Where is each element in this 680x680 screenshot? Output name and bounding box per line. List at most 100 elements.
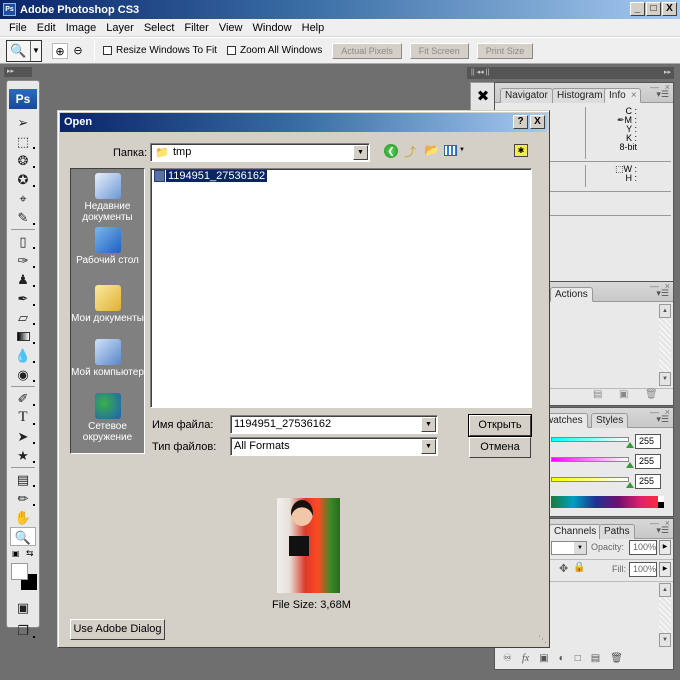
eyedropper-tool-icon[interactable]: ✏ <box>7 489 39 508</box>
fill-value[interactable]: 100% <box>629 562 657 577</box>
menu-help[interactable]: Help <box>297 22 330 34</box>
opacity-value[interactable]: 100% <box>629 540 657 555</box>
zoom-in-icon[interactable]: ⊕ <box>52 42 68 59</box>
lock-all-icon[interactable]: 🔒 <box>573 562 585 573</box>
back-icon[interactable]: ❮ <box>384 144 398 158</box>
filename-input[interactable]: 1194951_27536162 ▼ <box>230 415 438 434</box>
look-in-select[interactable]: 📁 tmp ▼ <box>150 143 370 162</box>
type-tool-icon[interactable]: T <box>7 408 39 427</box>
panel-menu-icon[interactable]: ▾☰ <box>656 89 669 100</box>
new-action-icon[interactable]: ▣ <box>619 389 628 400</box>
yellow-slider[interactable] <box>551 477 629 482</box>
minimize-button[interactable]: _ <box>630 2 645 16</box>
tab-paths[interactable]: Paths <box>599 524 635 539</box>
checkbox-box[interactable] <box>103 46 112 55</box>
magenta-value[interactable]: 255 <box>635 454 661 469</box>
file-list[interactable]: 1194951_27536162 <box>150 168 532 408</box>
cancel-button[interactable]: Отмена <box>469 437 531 458</box>
checkbox-box[interactable] <box>226 46 236 55</box>
path-selection-tool-icon[interactable]: ➤ <box>7 427 39 446</box>
marquee-tool-icon[interactable]: ⬚ <box>7 132 39 151</box>
zoom-tool-icon[interactable]: 🔍 <box>10 527 36 546</box>
tools-dock-button[interactable]: ✖ <box>470 82 496 112</box>
new-layer-icon[interactable]: ▤ <box>591 653 600 664</box>
dialog-close-button[interactable]: X <box>530 115 545 129</box>
shape-tool-icon[interactable]: ★ <box>7 446 39 465</box>
ps-logo[interactable]: Ps <box>9 89 37 109</box>
panel-menu-icon[interactable]: ▾☰ <box>656 525 669 536</box>
swap-colors-icon[interactable]: ⇆ <box>26 548 34 559</box>
tab-histogram[interactable]: Histogram <box>552 88 608 103</box>
view-menu-icon[interactable] <box>444 145 457 156</box>
menu-edit[interactable]: Edit <box>32 22 61 34</box>
favorites-folder-icon[interactable]: ✱ <box>514 144 528 157</box>
fill-arrow[interactable]: ▶ <box>659 562 671 577</box>
tool-preset-picker[interactable]: 🔍 ▼ <box>6 39 42 62</box>
link-layers-icon[interactable]: ♾ <box>503 653 512 664</box>
default-colors-icon[interactable]: ▣ <box>12 549 20 558</box>
healing-brush-tool-icon[interactable]: ▯ <box>7 232 39 251</box>
magenta-slider[interactable] <box>551 457 629 462</box>
place-network[interactable]: Сетевое окружение <box>71 393 144 443</box>
zoom-out-icon[interactable]: ⊖ <box>70 43 86 59</box>
crop-tool-icon[interactable]: ⌖ <box>7 189 39 208</box>
zoom-all-windows-checkbox[interactable]: Zoom All Windows <box>226 45 322 56</box>
eraser-tool-icon[interactable]: ▱ <box>7 308 39 327</box>
history-brush-tool-icon[interactable]: ✒ <box>7 289 39 308</box>
magenta-slider-thumb[interactable] <box>626 462 634 468</box>
black-swatch[interactable] <box>658 502 664 508</box>
brush-tool-icon[interactable]: ✑ <box>7 251 39 270</box>
notes-tool-icon[interactable]: ▤ <box>7 470 39 489</box>
filetype-select[interactable]: All Formats ▼ <box>230 437 438 456</box>
close-tab-icon[interactable]: × <box>631 89 637 103</box>
scroll-down-arrow[interactable]: ▼ <box>659 372 671 386</box>
opacity-arrow[interactable]: ▶ <box>659 540 671 555</box>
place-my-documents[interactable]: Мои документы <box>71 285 144 324</box>
resize-grip-icon[interactable]: ⋱ <box>538 634 547 645</box>
chevron-down-icon[interactable]: ▼ <box>459 147 465 153</box>
tab-navigator[interactable]: Navigator <box>500 88 553 103</box>
scroll-down-arrow[interactable]: ▼ <box>659 633 671 647</box>
cyan-value[interactable]: 255 <box>635 434 661 449</box>
file-item[interactable]: 1194951_27536162 <box>154 170 268 182</box>
dodge-tool-icon[interactable]: ◉ <box>7 365 39 384</box>
new-group-icon[interactable]: □ <box>575 653 581 664</box>
place-my-computer[interactable]: Мой компьютер <box>71 339 144 378</box>
scroll-up-arrow[interactable]: ▲ <box>659 304 671 318</box>
yellow-value[interactable]: 255 <box>635 474 661 489</box>
menu-view[interactable]: View <box>214 22 248 34</box>
toolbox-collapse-strip[interactable]: ▸▸ <box>4 67 32 77</box>
clone-stamp-tool-icon[interactable]: ♟ <box>7 270 39 289</box>
pen-tool-icon[interactable]: ✐ <box>7 389 39 408</box>
yellow-slider-thumb[interactable] <box>626 482 634 488</box>
layers-scrollbar[interactable]: ▲ ▼ <box>659 583 671 647</box>
new-set-icon[interactable]: ▤ <box>593 389 602 400</box>
up-folder-icon[interactable]: ⤴ <box>404 143 416 160</box>
menu-filter[interactable]: Filter <box>179 22 213 34</box>
lasso-tool-icon[interactable]: ❂ <box>7 151 39 170</box>
menu-layer[interactable]: Layer <box>101 22 139 34</box>
adjustment-layer-icon[interactable]: ◐ <box>559 653 565 664</box>
tab-channels[interactable]: Channels <box>549 524 602 539</box>
new-folder-icon[interactable]: 📂 <box>424 143 439 157</box>
help-button[interactable]: ? <box>513 115 528 129</box>
menu-image[interactable]: Image <box>61 22 102 34</box>
move-tool-icon[interactable]: ➢ <box>7 113 39 132</box>
use-adobe-dialog-button[interactable]: Use Adobe Dialog <box>70 619 165 640</box>
magic-wand-tool-icon[interactable]: ✪ <box>7 170 39 189</box>
tab-info[interactable]: Info × <box>604 88 641 103</box>
actual-pixels-button[interactable]: Actual Pixels <box>332 42 402 59</box>
panel-menu-icon[interactable]: ▾☰ <box>656 288 669 299</box>
chevron-down-icon[interactable]: ▼ <box>353 145 368 160</box>
tab-actions[interactable]: Actions <box>550 287 593 302</box>
panel-dock-strip[interactable]: || ◂◂ || ▸▸ <box>467 67 674 79</box>
layer-mask-icon[interactable]: ▣ <box>539 653 548 664</box>
menu-file[interactable]: File <box>4 22 32 34</box>
maximize-button[interactable]: □ <box>646 2 661 16</box>
chevron-down-icon[interactable]: ▼ <box>421 439 436 454</box>
trash-icon[interactable]: 🗑 <box>645 389 658 400</box>
slice-tool-icon[interactable]: ✎ <box>7 208 39 227</box>
place-desktop[interactable]: Рабочий стол <box>71 227 144 266</box>
chevron-down-icon[interactable]: ▼ <box>421 417 436 432</box>
lock-position-icon[interactable]: ✥ <box>559 562 568 575</box>
